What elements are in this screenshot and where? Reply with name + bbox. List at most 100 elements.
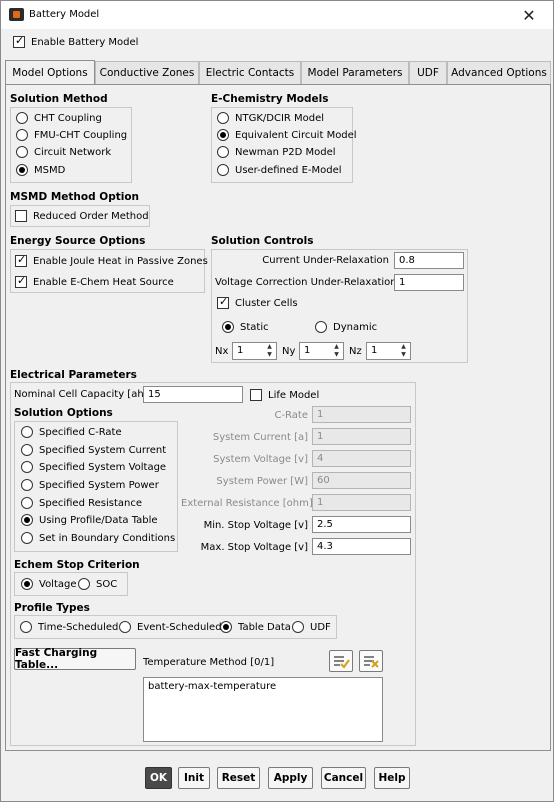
c-rate-radio[interactable] <box>21 426 33 438</box>
temperature-method-item[interactable]: battery-max-temperature <box>148 681 378 692</box>
solution-method-option[interactable]: Circuit Network <box>16 146 111 158</box>
life-model-checkbox[interactable] <box>250 389 262 401</box>
capacity-input[interactable]: 15 <box>143 386 243 403</box>
solution-option[interactable]: Specified System Power <box>21 479 159 491</box>
solution-option[interactable]: Specified Resistance <box>21 497 142 509</box>
tab-model-options[interactable]: Model Options <box>5 60 95 85</box>
boundary-conditions-radio[interactable] <box>21 532 33 544</box>
solution-option[interactable]: Using Profile/Data Table <box>21 514 158 526</box>
tab-electric-contacts[interactable]: Electric Contacts <box>199 61 301 84</box>
event-scheduled-radio[interactable] <box>119 621 131 633</box>
static-option[interactable]: Static <box>222 321 269 333</box>
echem-model-option[interactable]: Newman P2D Model <box>217 146 336 158</box>
echem-model-option[interactable]: NTGK/DCIR Model <box>217 112 324 124</box>
voltage-relax-input[interactable]: 1 <box>394 274 464 291</box>
system-voltage-field-label: System Voltage [v] <box>213 454 308 465</box>
solution-method-option[interactable]: CHT Coupling <box>16 112 102 124</box>
apply-button[interactable]: Apply <box>268 767 313 789</box>
echem-heat-checkbox[interactable] <box>15 274 27 288</box>
cluster-cells-checkbox[interactable] <box>217 295 229 309</box>
fmu-cht-coupling-label: FMU-CHT Coupling <box>34 129 128 141</box>
system-current-radio[interactable] <box>21 444 33 456</box>
system-voltage-label: Specified System Voltage <box>39 461 167 473</box>
time-scheduled-radio[interactable] <box>20 621 32 633</box>
static-radio[interactable] <box>222 321 234 333</box>
table-data-radio[interactable] <box>220 621 232 633</box>
solution-method-option[interactable]: FMU-CHT Coupling <box>16 129 127 141</box>
ntgk-dcir-radio[interactable] <box>217 112 229 124</box>
solution-option[interactable]: Specified System Voltage <box>21 461 166 473</box>
tab-conductive-zones[interactable]: Conductive Zones <box>95 61 199 84</box>
nx-spinner[interactable]: 1 ▲ ▼ <box>232 342 277 360</box>
enable-battery-model-checkbox[interactable] <box>13 34 25 48</box>
profile-type-option[interactable]: UDF <box>292 621 331 633</box>
system-power-radio[interactable] <box>21 479 33 491</box>
spinner-arrows-icon[interactable]: ▲ ▼ <box>265 343 274 359</box>
equivalent-circuit-radio[interactable] <box>217 129 229 141</box>
voltage-stop-option[interactable]: Voltage <box>21 578 77 590</box>
external-resistance-input[interactable]: 1 <box>312 494 411 511</box>
init-button[interactable]: Init <box>178 767 210 789</box>
system-voltage-input[interactable]: 4 <box>312 450 411 467</box>
select-all-button[interactable] <box>329 650 353 672</box>
solution-option[interactable]: Specified C-Rate <box>21 426 122 438</box>
close-icon[interactable]: ✕ <box>505 1 553 29</box>
echem-model-option[interactable]: User-defined E-Model <box>217 164 342 176</box>
nx-label: Nx <box>215 346 229 357</box>
soc-stop-option[interactable]: SOC <box>78 578 117 590</box>
cancel-button[interactable]: Cancel <box>321 767 366 789</box>
system-current-input[interactable]: 1 <box>312 428 411 445</box>
ok-button[interactable]: OK <box>145 767 172 789</box>
voltage-stop-radio[interactable] <box>21 578 33 590</box>
msmd-radio[interactable] <box>16 164 28 176</box>
solution-option[interactable]: Specified System Current <box>21 444 166 456</box>
nz-spinner[interactable]: 1 ▲ ▼ <box>366 342 411 360</box>
life-model-option[interactable]: Life Model <box>250 389 319 401</box>
dynamic-radio[interactable] <box>315 321 327 333</box>
joule-heat-checkbox[interactable] <box>15 253 27 267</box>
tab-udf[interactable]: UDF <box>409 61 447 84</box>
reduced-order-checkbox[interactable] <box>15 210 27 222</box>
spinner-arrows-icon[interactable]: ▲ ▼ <box>332 343 341 359</box>
fast-charging-table-button[interactable]: Fast Charging Table... <box>14 647 136 671</box>
resistance-radio[interactable] <box>21 497 33 509</box>
deselect-all-button[interactable] <box>359 650 383 672</box>
external-resistance-field-label: External Resistance [ohm] <box>181 498 313 509</box>
max-stop-voltage-input[interactable]: 4.3 <box>312 538 411 555</box>
echem-model-option[interactable]: Equivalent Circuit Model <box>217 129 357 141</box>
circuit-network-radio[interactable] <box>16 146 28 158</box>
ny-spinner[interactable]: 1 ▲ ▼ <box>299 342 344 360</box>
tab-advanced-options[interactable]: Advanced Options <box>447 61 551 84</box>
solution-method-option[interactable]: MSMD <box>16 164 65 176</box>
profile-type-option[interactable]: Time-Scheduled <box>20 621 118 633</box>
nx-value: 1 <box>237 345 244 356</box>
cht-coupling-radio[interactable] <box>16 112 28 124</box>
profile-type-option[interactable]: Event-Scheduled <box>119 621 222 633</box>
cluster-cells-option[interactable]: Cluster Cells <box>217 295 298 309</box>
udf-profile-radio[interactable] <box>292 621 304 633</box>
system-power-input[interactable]: 60 <box>312 472 411 489</box>
spinner-arrows-icon[interactable]: ▲ ▼ <box>399 343 408 359</box>
joule-heat-option[interactable]: Enable Joule Heat in Passive Zones <box>15 253 208 267</box>
reset-button[interactable]: Reset <box>217 767 260 789</box>
user-defined-e-model-radio[interactable] <box>217 164 229 176</box>
static-label: Static <box>240 321 269 333</box>
current-relax-input[interactable]: 0.8 <box>394 252 464 269</box>
enable-battery-model-option[interactable]: Enable Battery Model <box>13 34 138 48</box>
help-button[interactable]: Help <box>374 767 410 789</box>
system-power-label: Specified System Power <box>39 479 159 491</box>
soc-stop-radio[interactable] <box>78 578 90 590</box>
dynamic-option[interactable]: Dynamic <box>315 321 377 333</box>
profile-data-table-radio[interactable] <box>21 514 33 526</box>
echem-heat-option[interactable]: Enable E-Chem Heat Source <box>15 274 174 288</box>
c-rate-input[interactable]: 1 <box>312 406 411 423</box>
min-stop-voltage-input[interactable]: 2.5 <box>312 516 411 533</box>
newman-p2d-radio[interactable] <box>217 146 229 158</box>
fmu-cht-coupling-radio[interactable] <box>16 129 28 141</box>
profile-type-option[interactable]: Table Data <box>220 621 291 633</box>
system-voltage-radio[interactable] <box>21 461 33 473</box>
solution-option[interactable]: Set in Boundary Conditions <box>21 532 175 544</box>
tab-model-parameters[interactable]: Model Parameters <box>301 61 409 84</box>
temperature-method-list[interactable]: battery-max-temperature <box>143 677 383 742</box>
reduced-order-option[interactable]: Reduced Order Method <box>15 210 149 222</box>
